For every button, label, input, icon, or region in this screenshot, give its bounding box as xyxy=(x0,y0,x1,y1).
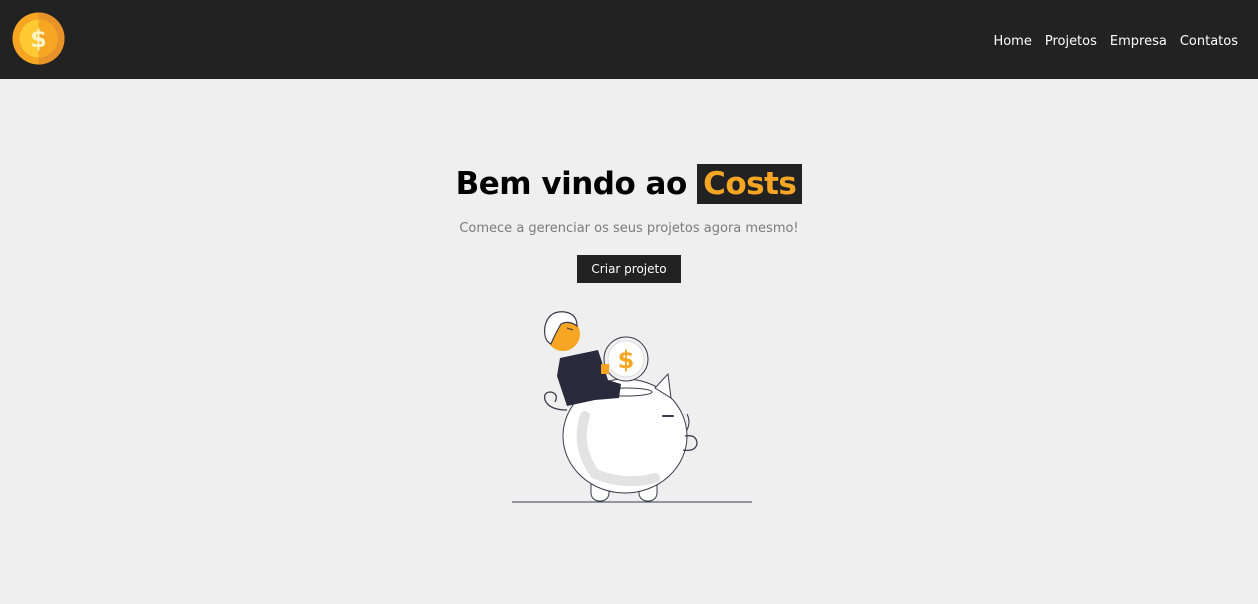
title-prefix: Bem vindo ao xyxy=(455,166,688,202)
nav-link-home[interactable]: Home xyxy=(993,34,1031,49)
svg-text:$: $ xyxy=(618,346,635,374)
svg-text:$: $ xyxy=(30,25,47,53)
nav-link-contatos[interactable]: Contatos xyxy=(1180,34,1238,49)
brand-name: Costs xyxy=(697,163,803,204)
hero-subtitle: Comece a gerenciar os seus projetos agor… xyxy=(459,221,799,236)
nav-link-empresa[interactable]: Empresa xyxy=(1110,34,1167,49)
nav-links: Home Projetos Empresa Contatos xyxy=(993,0,1238,79)
create-project-button[interactable]: Criar projeto xyxy=(577,255,681,283)
savings-piggy-bank-illustration: $ xyxy=(512,311,752,503)
page-title: Bem vindo ao Costs xyxy=(0,162,1258,206)
nav-link-projetos[interactable]: Projetos xyxy=(1045,34,1097,49)
navbar: $ Home Projetos Empresa Contatos xyxy=(0,0,1258,79)
hero-section: Bem vindo ao Costs Comece a gerenciar os… xyxy=(0,79,1258,283)
dollar-coin-icon[interactable]: $ xyxy=(12,12,65,65)
